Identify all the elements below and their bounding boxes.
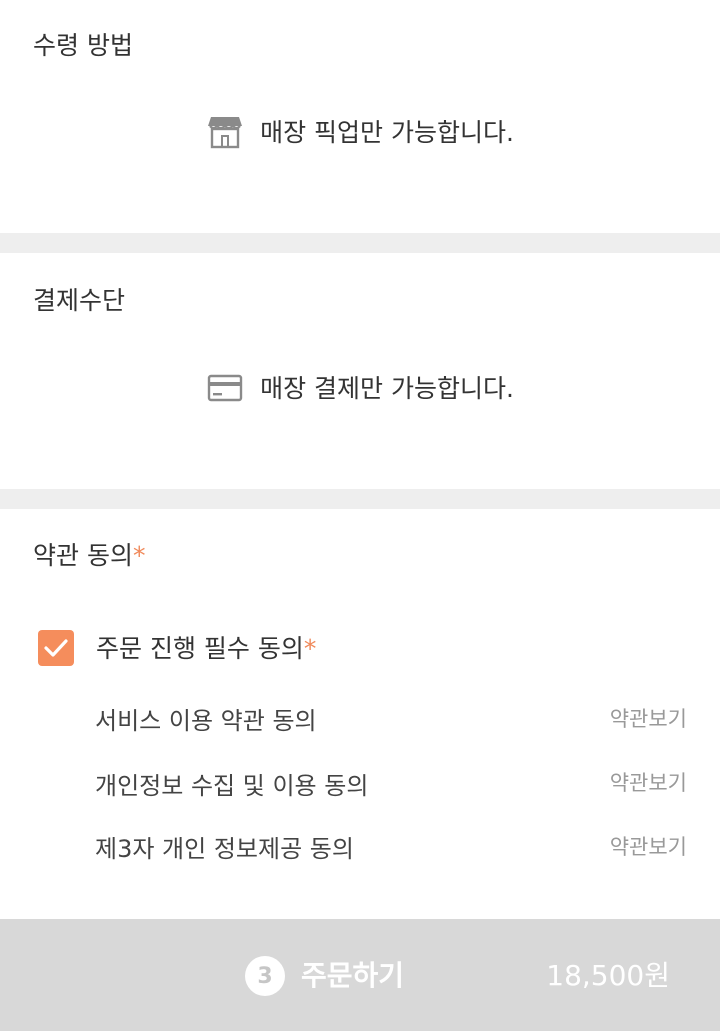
agree-all-label-text: 주문 진행 필수 동의	[96, 633, 304, 663]
section-divider	[0, 489, 720, 509]
cart-count-badge: 3	[245, 956, 285, 996]
view-terms-link[interactable]: 약관보기	[610, 837, 687, 858]
view-terms-link[interactable]: 약관보기	[610, 709, 687, 730]
terms-master-checkbox-row[interactable]: 주문 진행 필수 동의*	[38, 630, 316, 666]
pickup-section: 수령 방법 매장 픽업만 가능합니다.	[0, 0, 720, 233]
required-mark: *	[303, 633, 317, 663]
payment-title: 결제수단	[33, 286, 126, 315]
section-divider	[0, 233, 720, 253]
payment-section: 결제수단 매장 결제만 가능합니다.	[0, 253, 720, 489]
pickup-info-row: 매장 픽업만 가능합니다.	[0, 114, 720, 150]
order-total-price: 18,500원	[546, 959, 670, 992]
agree-all-label: 주문 진행 필수 동의*	[96, 636, 316, 661]
terms-title-text: 약관 동의	[33, 541, 133, 570]
order-bar[interactable]: 3 주문하기 18,500원	[0, 919, 720, 1031]
order-button-label: 주문하기	[301, 959, 405, 992]
credit-card-icon	[206, 370, 244, 406]
pickup-info-text: 매장 픽업만 가능합니다.	[260, 117, 514, 147]
term-item-label: 서비스 이용 약관 동의	[95, 707, 317, 735]
store-icon	[206, 114, 244, 150]
required-mark: *	[132, 541, 146, 570]
view-terms-link[interactable]: 약관보기	[610, 773, 687, 794]
agree-all-checkbox[interactable]	[38, 630, 74, 666]
terms-title: 약관 동의*	[33, 543, 145, 568]
order-button[interactable]: 3 주문하기	[245, 956, 404, 996]
pickup-title: 수령 방법	[33, 31, 133, 60]
term-item-label: 제3자 개인 정보제공 동의	[95, 835, 354, 863]
payment-info-row: 매장 결제만 가능합니다.	[0, 370, 720, 406]
term-item-label: 개인정보 수집 및 이용 동의	[95, 772, 369, 800]
checkmark-icon	[44, 639, 68, 657]
payment-info-text: 매장 결제만 가능합니다.	[260, 373, 514, 403]
